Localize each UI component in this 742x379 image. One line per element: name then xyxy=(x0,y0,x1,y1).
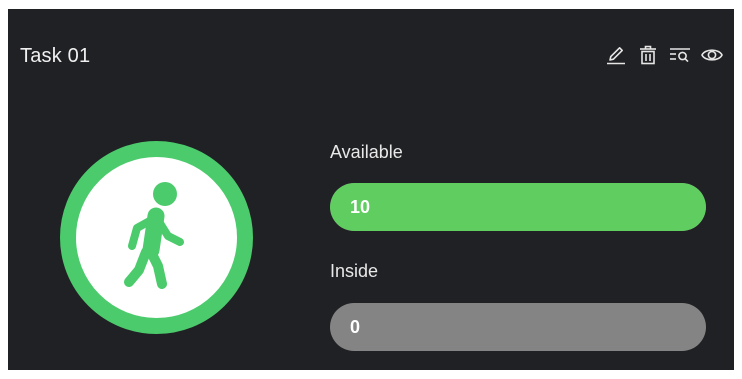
search-list-icon xyxy=(668,43,692,67)
task-card: Task 01 Available 10 Inside 0 xyxy=(8,9,734,370)
walking-person-icon xyxy=(118,180,196,295)
edit-button[interactable] xyxy=(604,42,628,68)
view-button[interactable] xyxy=(700,42,724,68)
available-bar-fill xyxy=(330,183,706,231)
available-count: 10 xyxy=(350,197,371,217)
delete-icon xyxy=(636,43,660,67)
filter-search-button[interactable] xyxy=(668,42,692,68)
available-label: Available xyxy=(330,142,403,162)
view-icon xyxy=(700,43,724,67)
status-badge xyxy=(60,141,253,334)
available-bar: 10 xyxy=(330,183,706,231)
delete-button[interactable] xyxy=(636,42,660,68)
inside-count: 0 xyxy=(350,317,361,337)
edit-icon xyxy=(604,43,628,67)
inside-label: Inside xyxy=(330,261,379,281)
inside-bar: 0 xyxy=(330,303,706,351)
task-title: Task 01 xyxy=(20,45,91,67)
task-toolbar xyxy=(604,42,724,68)
